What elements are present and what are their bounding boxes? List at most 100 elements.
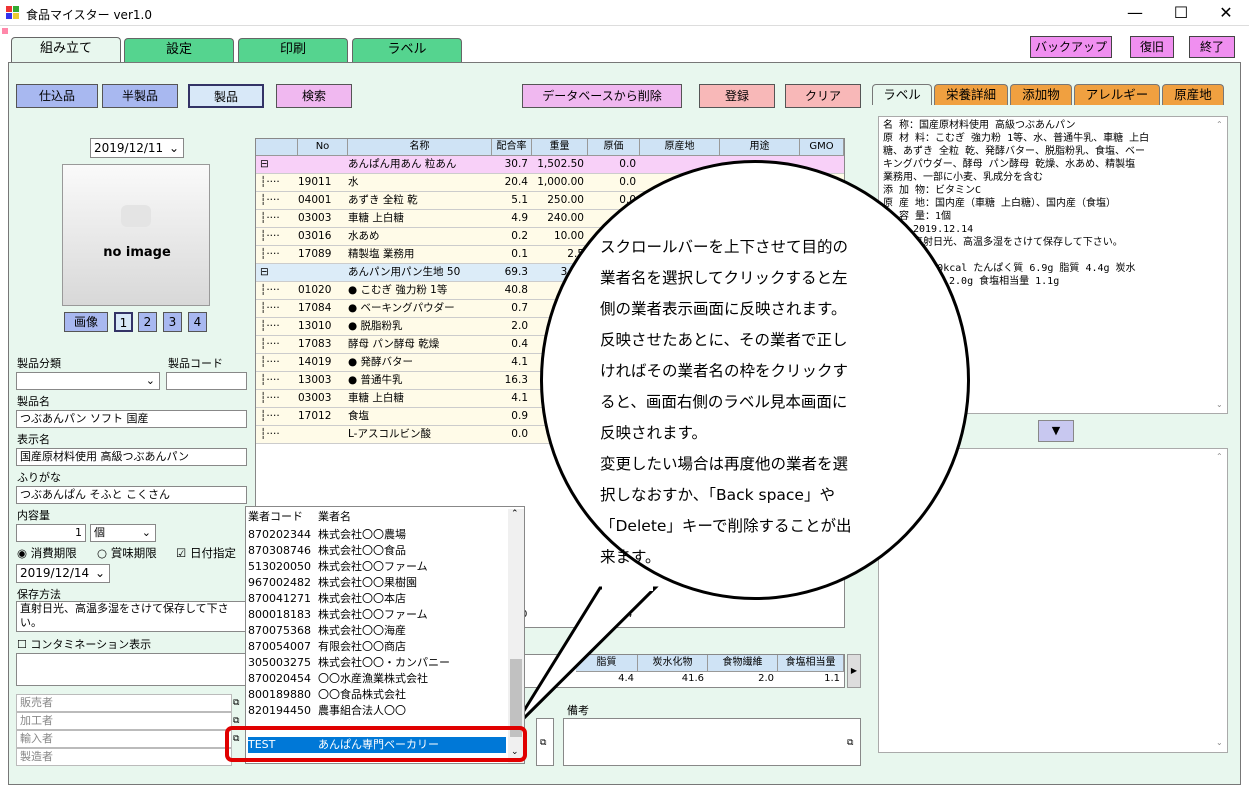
scroll-down-icon[interactable]: ⌄	[1216, 400, 1223, 409]
dropdown-item[interactable]: 967002482 株式会社〇〇果樹園	[248, 575, 506, 591]
scroll-down-icon[interactable]: ⌄	[1216, 738, 1223, 747]
dropdown-item[interactable]: 800189880 〇〇食品株式会社	[248, 687, 506, 703]
importer-field[interactable]: 輸入者	[16, 730, 232, 748]
storage-field[interactable]: 直射日光、高温多湿をさけて保存して下さい。	[16, 601, 247, 632]
dropdown-header-code: 業者コード	[248, 510, 303, 523]
category-select[interactable]: ⌄	[16, 372, 160, 390]
dropdown-item[interactable]: 820194450 農事組合法人〇〇	[248, 703, 506, 719]
content-field[interactable]: 1	[16, 524, 86, 542]
dropdown-scrollbar[interactable]: ⌃ ⌄	[508, 509, 524, 763]
label-line: キングパウダー、酵母 パン酵母 乾燥、水あめ、精製塩	[883, 159, 1136, 170]
callout-line: スクロールバーを上下させて目的の	[600, 238, 849, 256]
grid-cell-rate: 5.1	[511, 194, 528, 206]
seihin-button[interactable]: 製品	[188, 84, 264, 108]
date-picker[interactable]: 2019/12/11 ⌄	[90, 138, 184, 158]
exit-button[interactable]: 終了	[1189, 36, 1235, 58]
register-button[interactable]: 登録	[699, 84, 775, 108]
contamination-field[interactable]	[16, 653, 247, 686]
callout-line: 変更したい場合は再度他の業者を選	[600, 455, 849, 473]
manufacturer-field[interactable]: 製造者	[16, 748, 232, 766]
copy-icon[interactable]: ⧉	[233, 716, 239, 726]
dropdown-item[interactable]: 870041271 株式会社〇〇本店	[248, 591, 506, 607]
grid-cell-cost: 0.0	[619, 176, 636, 188]
dropdown-item[interactable]: 870075368 株式会社〇〇海産	[248, 623, 506, 639]
tab-settings[interactable]: 設定	[124, 38, 234, 62]
dropdown-item[interactable]: 870020454 〇〇水産漁業株式会社	[248, 671, 506, 687]
display-field[interactable]: 国産原材料使用 高級つぶあんパン	[16, 448, 247, 466]
radio-best[interactable]: ○ 賞味期限	[97, 545, 157, 561]
name-field[interactable]: つぶあんパン ソフト 国産	[16, 410, 247, 428]
delete-db-button[interactable]: データベースから削除	[522, 84, 682, 108]
shikomi-button[interactable]: 仕込品	[16, 84, 98, 108]
hanseihin-button[interactable]: 半製品	[102, 84, 178, 108]
chevron-down-icon: ⌄	[168, 141, 179, 155]
maximize-button[interactable]: ☐	[1158, 0, 1204, 26]
tree-line-icon: ┆····	[260, 284, 280, 296]
arrow-down-button[interactable]: ▼	[1038, 420, 1074, 442]
tab-assemble[interactable]: 組み立て	[11, 37, 121, 63]
tree-line-icon: ┆····	[260, 230, 280, 242]
dropdown-item[interactable]: 870202344 株式会社〇〇農場	[248, 527, 506, 543]
dropdown-item[interactable]: 513020050 株式会社〇〇ファーム	[248, 559, 506, 575]
unit-select[interactable]: 個 ⌄	[90, 524, 156, 542]
seller-field[interactable]: 販売者	[16, 694, 232, 712]
date-value: 2019/12/11	[94, 141, 164, 155]
scroll-up-icon[interactable]: ⌃	[1216, 120, 1223, 129]
nutrition-value: 2.0	[758, 673, 774, 684]
code-field[interactable]	[166, 372, 247, 390]
right-tab-origin[interactable]: 原産地	[1162, 84, 1224, 105]
restore-button[interactable]: 復旧	[1130, 36, 1174, 58]
dropdown-item[interactable]: 870308746 株式会社〇〇食品	[248, 543, 506, 559]
label-line: 期限：2019.12.14	[883, 224, 974, 235]
dropdown-item[interactable]: 305003275 株式会社〇〇・カンパニー	[248, 655, 506, 671]
label-line: 添 加 物：ビタミンC	[883, 185, 982, 196]
image-page-4[interactable]: 4	[188, 312, 207, 332]
dropdown-item-name: 株式会社〇〇海産	[318, 624, 406, 637]
tab-print[interactable]: 印刷	[238, 38, 348, 62]
tree-line-icon: ┆····	[260, 302, 280, 314]
close-button[interactable]: ✕	[1203, 0, 1249, 26]
backup-button[interactable]: バックアップ	[1030, 36, 1112, 58]
collapse-icon[interactable]: ⊟	[260, 264, 269, 281]
dropdown-item[interactable]: 800018183 株式会社〇〇ファーム	[248, 607, 506, 623]
right-tab-additives[interactable]: 添加物	[1010, 84, 1072, 105]
minimize-button[interactable]: —	[1112, 0, 1158, 26]
product-image[interactable]: no image	[62, 164, 210, 306]
triangle-down-icon: ▼	[1051, 424, 1061, 437]
contamination-checkbox[interactable]: ☐ コンタミネーション表示	[17, 636, 151, 652]
dropdown-item-name: 株式会社〇〇ファーム	[318, 608, 428, 621]
right-tab-nutrition[interactable]: 栄養詳細	[934, 84, 1008, 105]
expiry-date-picker[interactable]: 2019/12/14 ⌄	[16, 564, 110, 583]
image-button[interactable]: 画像	[64, 312, 108, 332]
copy-icon[interactable]: ⧉	[233, 698, 239, 708]
category-label: 製品分類	[17, 357, 61, 370]
scroll-right-icon[interactable]: ▶	[847, 654, 861, 688]
scroll-up-icon[interactable]: ⌃	[1216, 452, 1223, 461]
furigana-field[interactable]: つぶあんぱん そふと こくさん	[16, 486, 247, 504]
grid-cell-rate: 0.1	[511, 248, 528, 260]
callout-line: 反映させたあとに、その業者で正し	[600, 331, 848, 349]
scroll-up-icon[interactable]: ⌃	[511, 509, 519, 519]
tree-line-icon: ┆····	[260, 392, 280, 404]
processor-field[interactable]: 加工者	[16, 712, 232, 730]
callout-line: 業者名を選択してクリックすると左	[600, 269, 848, 287]
copy-icon[interactable]: ⧉	[847, 738, 853, 748]
right-tab-allergy[interactable]: アレルギー	[1074, 84, 1160, 105]
right-tab-label[interactable]: ラベル	[872, 84, 932, 105]
camera-icon	[121, 205, 151, 227]
tab-label[interactable]: ラベル	[352, 38, 462, 62]
dropdown-item-name: 有限会社〇〇商店	[318, 640, 406, 653]
dropdown-item[interactable]: 870054007 有限会社〇〇商店	[248, 639, 506, 655]
grid-cell-rate: 2.0	[511, 320, 528, 332]
clear-button[interactable]: クリア	[785, 84, 861, 108]
image-page-1[interactable]: 1	[114, 312, 133, 332]
collapse-icon[interactable]: ⊟	[260, 156, 269, 173]
grid-cell-name: あんぱん用あん 粒あん	[348, 158, 457, 170]
grid-header: 原価	[588, 139, 640, 156]
image-page-2[interactable]: 2	[138, 312, 157, 332]
search-button[interactable]: 検索	[276, 84, 352, 108]
radio-consume[interactable]: ◉ 消費期限	[17, 545, 77, 561]
grid-cell-no: 04001	[298, 194, 332, 206]
date-print-checkbox[interactable]: ☑ 日付指定	[176, 545, 236, 561]
image-page-3[interactable]: 3	[163, 312, 182, 332]
